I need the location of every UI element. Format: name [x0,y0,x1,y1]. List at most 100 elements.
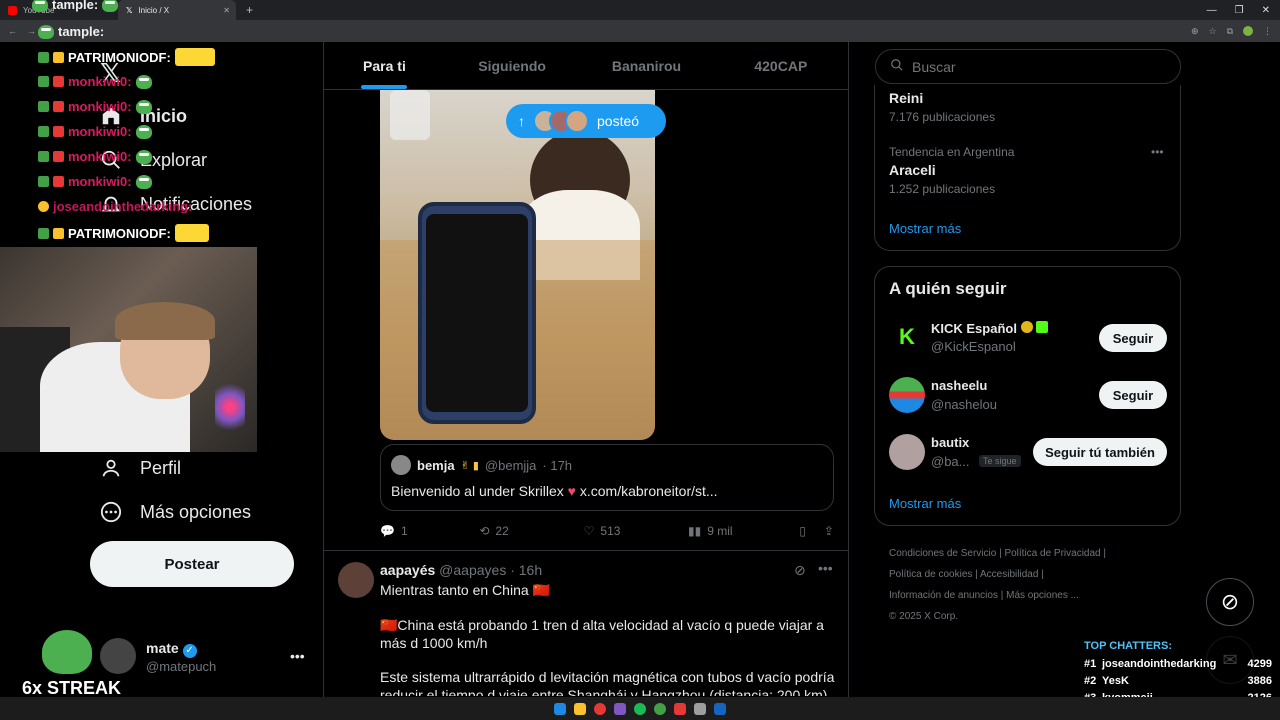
tab-para-ti[interactable]: Para ti [324,42,445,89]
tweet-media-image[interactable] [380,90,655,440]
follows-you-badge: Te sigue [979,455,1021,467]
new-posts-pill[interactable]: ↑ posteó [506,104,666,138]
chat-line: PATRIMONIODF: [38,48,215,66]
spotify-icon[interactable] [634,702,646,715]
browser-tab-bar: YouTube 𝕏 Inicio / X ✕ + — ❐ ✕ [0,0,1280,20]
vip-badge-icon [53,51,64,63]
emoji: ✌ ▮ [460,459,479,472]
profile-icon[interactable] [1243,26,1253,36]
account-handle: @matepuch [146,659,217,674]
discord-icon[interactable] [614,702,626,715]
footer-link[interactable]: Política de Privacidad [1004,548,1100,559]
avatar[interactable] [338,562,374,598]
account-name: mate ✓ [146,640,197,658]
frog-emote-icon [102,0,119,12]
app-icon[interactable] [674,702,686,715]
more-icon[interactable]: ••• [818,560,833,576]
frog-emote-icon [135,99,152,114]
nav-item-mas-opciones[interactable]: Más opciones [100,501,251,523]
avatar [565,109,589,133]
feed-tabs: Para ti Siguiendo Bananirou 420CAP [324,42,848,90]
views-button[interactable]: ▮▮ 9 mil [688,524,787,538]
close-tab-icon[interactable]: ✕ [223,6,230,15]
search-input[interactable]: Buscar [875,49,1181,84]
like-button[interactable]: ♡ 513 [584,524,688,538]
steam-icon[interactable] [714,702,726,715]
menu-icon[interactable]: ⋮ [1263,26,1272,37]
footer-link[interactable]: Información de anuncios [889,590,998,601]
file-explorer-icon[interactable] [574,702,586,715]
trend-name[interactable]: Reini [889,90,923,106]
address-bar: ← → ↻ ⊕ ☆ ⧉ ⋮ [0,20,1280,42]
follow-handle: @nashelou [931,397,997,412]
avatar[interactable] [889,377,925,413]
app-icon[interactable] [654,702,666,715]
follow-back-button[interactable]: Seguir tú también [1033,438,1167,466]
chat-line: tample: [38,24,104,39]
zoom-icon[interactable]: ⊕ [1191,26,1199,37]
frog-emote-icon [38,24,54,39]
panel-title: A quién seguir [889,279,1007,298]
search-icon [890,58,904,75]
tab-siguiendo[interactable]: Siguiendo [445,42,579,89]
extensions-icon[interactable]: ⧉ [1227,26,1233,37]
show-more-link[interactable]: Mostrar más [889,221,961,236]
account-menu-icon[interactable]: ••• [290,648,305,664]
tweet-actions: 💬 1 ⟲ 22 ♡ 513 ▮▮ 9 mil ▯ ⇪ [380,521,834,541]
heart-emoji-icon: ♥ [567,483,576,499]
reply-icon: 💬 [380,524,395,538]
back-icon[interactable]: ← [8,26,17,36]
follow-button[interactable]: Seguir [1099,381,1167,409]
divider [848,42,849,697]
tweet-text-paragraph: 🇨🇳China está probando 1 tren d alta velo… [380,617,824,651]
chat-line: monkiwi0: [38,149,152,164]
footer-link[interactable]: Condiciones de Servicio [889,548,996,559]
hat [115,302,215,340]
post-button[interactable]: Postear [90,541,294,587]
tab-x-inicio[interactable]: 𝕏 Inicio / X ✕ [118,0,236,20]
trends-panel: Reini 7.176 publicaciones Tendencia en A… [874,85,1181,251]
minimize-icon[interactable]: — [1207,5,1217,16]
arrow-up-icon: ↑ [518,113,525,129]
footer-link[interactable]: Más opciones ... [1006,590,1079,601]
close-window-icon[interactable]: ✕ [1262,5,1270,16]
bookmark-star-icon[interactable]: ☆ [1208,26,1216,37]
follow-button[interactable]: Seguir [1099,324,1167,352]
app-icon[interactable] [694,702,706,715]
verified-gold-icon [1020,321,1033,333]
kick-badge-icon [1036,321,1049,333]
tweet-header: aapayés @aapayes · 16h [380,562,543,578]
person-icon [100,457,122,479]
new-tab-button[interactable]: + [236,3,263,17]
tweet-text-paragraph: Este sistema ultrarrápido d levitación m… [380,669,835,696]
grok-icon[interactable]: ⊘ [794,562,806,579]
forward-icon[interactable]: → [27,26,36,36]
windows-start-icon[interactable] [554,702,566,715]
avatar[interactable] [889,434,925,470]
chatter-row: #1 joseandointhedarking 4299 [1084,658,1272,670]
chrome-icon[interactable] [594,702,606,715]
reply-button[interactable]: 💬 1 [380,524,479,538]
repost-button[interactable]: ⟲ 22 [479,524,583,538]
share-icon[interactable]: ⇪ [824,524,834,538]
footer-link[interactable]: Accesibilidad [980,569,1038,580]
trend-context: Tendencia en Argentina [889,145,1015,159]
tab-bananirou[interactable]: Bananirou [579,42,713,89]
trend-name[interactable]: Araceli [889,162,936,178]
maximize-icon[interactable]: ❐ [1235,5,1244,16]
trend-more-icon[interactable]: ••• [1151,145,1164,159]
tab-420cap[interactable]: 420CAP [714,42,848,89]
kick-logo-icon[interactable]: K [889,319,925,355]
taskbar [0,697,1280,720]
grok-button[interactable]: ⊘ [1206,578,1254,626]
bookmark-icon[interactable]: ▯ [799,524,806,538]
avatar[interactable] [100,638,136,674]
quoted-tweet[interactable]: bemja ✌ ▮ @bemjja · 17h Bienvenido al un… [380,444,834,511]
frog-emote-icon [135,149,152,164]
nav-item-perfil[interactable]: Perfil [100,457,181,479]
footer-link[interactable]: Política de cookies [889,569,972,580]
frog-emote-icon [135,74,152,89]
chatter-row: #2 YesK 3886 [1084,675,1272,687]
show-more-link[interactable]: Mostrar más [889,496,961,511]
frog-emote-icon [135,174,152,189]
